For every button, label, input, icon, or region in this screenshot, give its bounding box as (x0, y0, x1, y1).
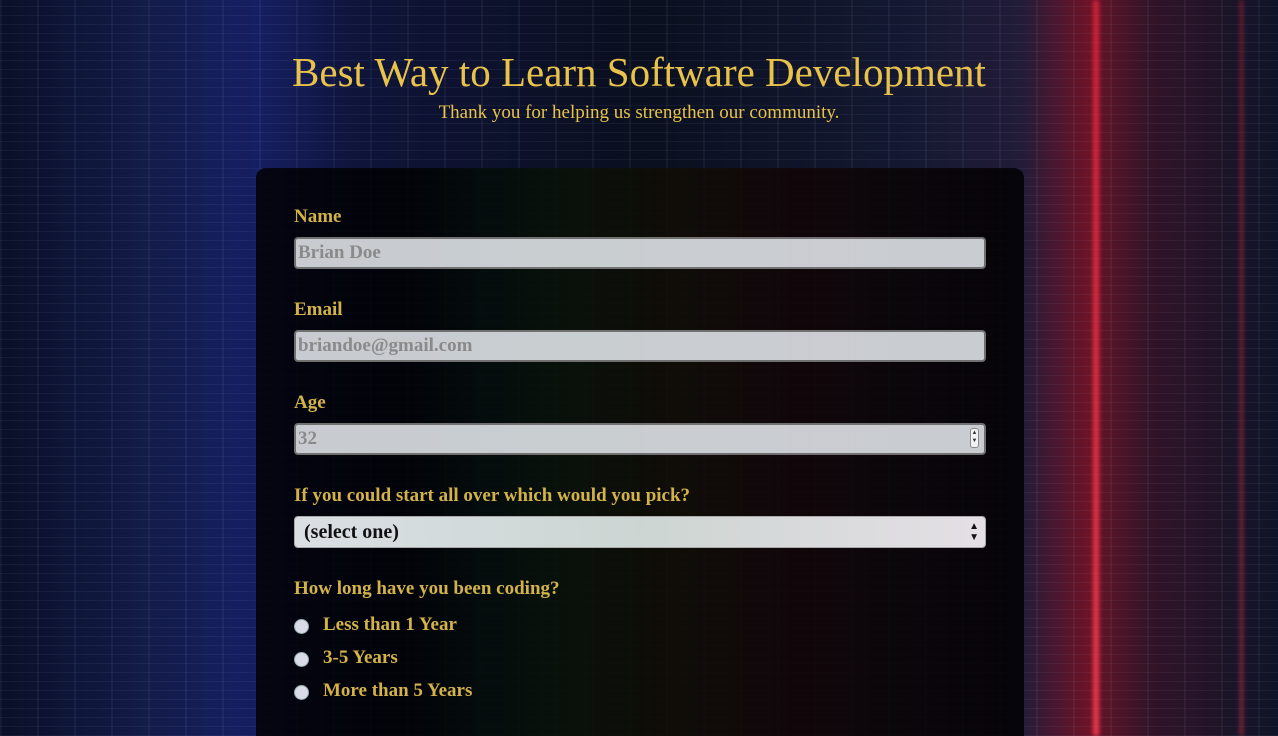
name-input[interactable] (294, 237, 986, 269)
page-header: Best Way to Learn Software Development T… (0, 48, 1278, 124)
start-over-select[interactable]: (select one) ▲ ▼ (294, 516, 986, 548)
radio-button[interactable] (294, 619, 309, 634)
page-title: Best Way to Learn Software Development (292, 49, 986, 95)
radio-option-less-than-1-year[interactable]: Less than 1 Year (294, 608, 986, 641)
age-label: Age (294, 392, 326, 413)
radio-option-3-5-years[interactable]: 3-5 Years (294, 641, 986, 674)
age-number-wrapper: ▲▼ (294, 423, 986, 455)
name-field-group: Name (294, 206, 986, 269)
radio-option-label: More than 5 Years (323, 679, 473, 701)
email-field-group: Email (294, 299, 986, 362)
age-field-group: Age ▲▼ (294, 392, 986, 455)
radio-option-label: Less than 1 Year (323, 613, 457, 635)
radio-option-label: 3-5 Years (323, 646, 398, 668)
radio-button[interactable] (294, 652, 309, 667)
age-stepper-icon[interactable]: ▲ ▼ (970, 428, 979, 448)
coding-duration-group: How long have you been coding? Less than… (294, 578, 986, 707)
age-input[interactable] (294, 423, 986, 455)
select-chevron-icon: ▲ ▼ (969, 521, 979, 543)
coding-duration-label: How long have you been coding? (294, 578, 560, 599)
email-input[interactable] (294, 330, 986, 362)
email-label: Email (294, 299, 343, 320)
start-over-label: If you could start all over which would … (294, 485, 691, 506)
page-subtitle: Thank you for helping us strengthen our … (438, 102, 840, 123)
radio-button[interactable] (294, 685, 309, 700)
radio-option-more-than-5-years[interactable]: More than 5 Years (294, 674, 986, 707)
survey-form: Name Email Age ▲▼ If you could start all… (256, 168, 1024, 736)
name-label: Name (294, 206, 342, 227)
start-over-selected-value: (select one) (304, 521, 399, 543)
start-over-field-group: If you could start all over which would … (294, 485, 986, 548)
